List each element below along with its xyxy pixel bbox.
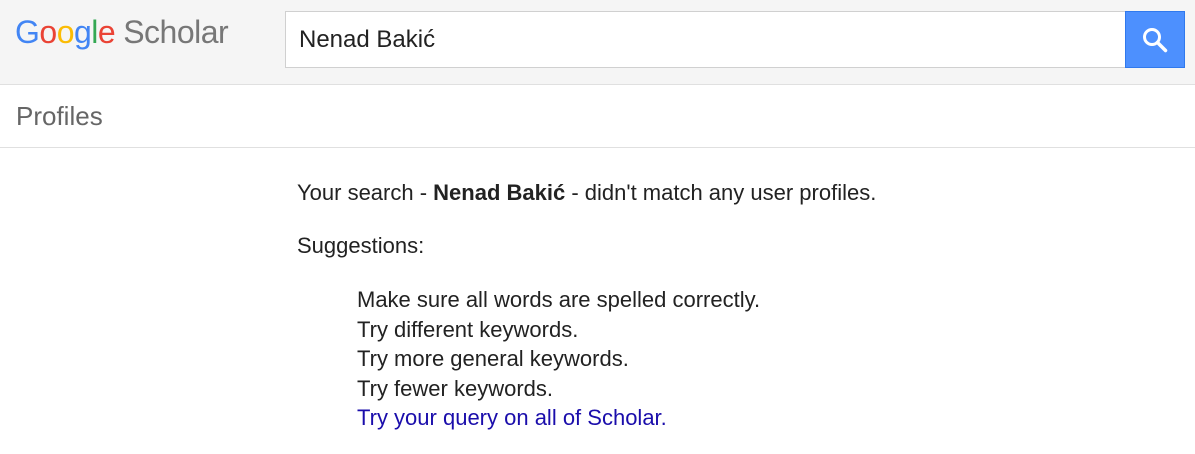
logo-google-word: Google <box>15 14 116 51</box>
message-suffix: - didn't match any user profiles. <box>565 180 877 205</box>
suggestion-item-link: Try your query on all of Scholar. <box>357 403 1195 433</box>
search-input[interactable] <box>286 12 1125 67</box>
no-match-message: Your search - Nenad Bakić - didn't match… <box>297 178 1195 208</box>
top-bar: Google Scholar <box>0 0 1195 85</box>
search-button[interactable] <box>1125 11 1185 68</box>
message-prefix: Your search - <box>297 180 434 205</box>
suggestion-item: Try more general keywords. <box>357 346 629 371</box>
google-scholar-logo[interactable]: Google Scholar <box>15 14 229 56</box>
logo-letter: o <box>39 14 57 50</box>
logo-letter: e <box>97 14 116 50</box>
logo-letter: g <box>73 14 92 50</box>
search-icon <box>1143 27 1168 52</box>
suggestions-title: Suggestions: <box>297 233 425 258</box>
logo-letter: l <box>91 14 98 50</box>
results-area: Your search - Nenad Bakić - didn't match… <box>0 148 1195 433</box>
profiles-header: Profiles <box>0 85 1195 148</box>
search-field-container <box>285 11 1125 68</box>
logo-letter: G <box>15 14 40 50</box>
suggestion-item: Try different keywords. <box>357 316 579 342</box>
page-title: Profiles <box>16 100 103 131</box>
logo-scholar-word: Scholar <box>123 14 229 50</box>
search-query: Nenad Bakić <box>433 180 566 205</box>
all-scholar-link[interactable]: Try your query on all of Scholar. <box>357 405 667 430</box>
suggestion-item: Try fewer keywords. <box>357 375 554 401</box>
suggestions-list: Make sure all words are spelled correctl… <box>297 285 1195 433</box>
logo-letter: o <box>56 14 75 50</box>
suggestion-item: Make sure all words are spelled correctl… <box>357 287 761 312</box>
